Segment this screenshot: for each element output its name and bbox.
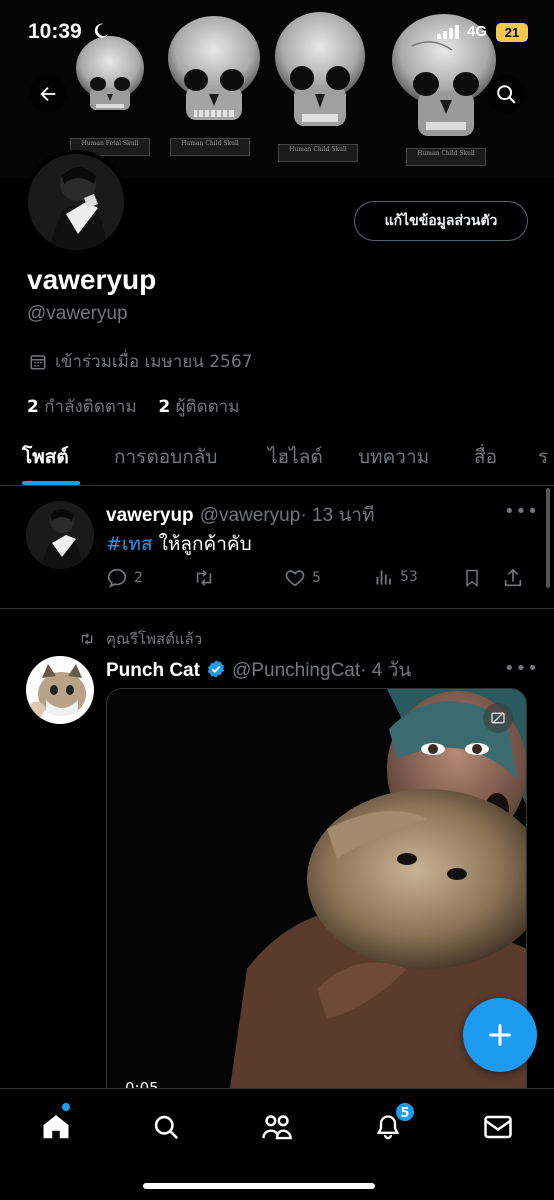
cellular-signal-icon: [437, 25, 459, 39]
post[interactable]: vaweryup @vaweryup· 13 นาที ••• #เทส ให้…: [0, 487, 554, 609]
profile-avatar[interactable]: [24, 150, 128, 254]
share-icon: [504, 568, 522, 587]
arrow-left-icon: [40, 86, 56, 102]
banner-plate: Human Child Skull: [278, 144, 358, 162]
like-button[interactable]: 5: [284, 567, 321, 589]
avatar-image: [26, 501, 94, 569]
tab-posts[interactable]: โพสต์: [22, 442, 69, 472]
profile-tabs: โพสต์ การตอบกลับ ไฮไลต์ บทความ สื่อ ร: [0, 430, 554, 486]
search-icon: [154, 1115, 178, 1139]
tab-media[interactable]: สื่อ: [474, 442, 497, 472]
banner-plate: Human Child Skull: [406, 148, 486, 166]
repost-icon: [81, 633, 93, 645]
post-author-handle[interactable]: @vaweryup: [200, 505, 301, 526]
reply-button[interactable]: 2: [106, 567, 143, 589]
follow-stats: 2 กำลังติดตาม 2 ผู้ติดตาม: [27, 393, 239, 420]
tab-highlights[interactable]: ไฮไลต์: [268, 442, 323, 472]
like-count: 5: [312, 570, 321, 586]
battery-icon: 21: [496, 23, 528, 42]
following-count: 2: [27, 397, 39, 417]
post-body: ให้ลูกค้าคับ: [152, 533, 252, 555]
more-options-icon[interactable]: •••: [504, 658, 539, 679]
search-button[interactable]: [487, 75, 525, 113]
following-link[interactable]: 2 กำลังติดตาม: [27, 397, 137, 417]
followers-link[interactable]: 2 ผู้ติดตาม: [158, 397, 239, 417]
reply-icon: [107, 568, 127, 588]
moon-icon: [94, 23, 108, 38]
post-time: · 4 วัน: [360, 660, 412, 681]
heart-icon: [285, 570, 305, 587]
repost-label: คุณรีโพสต์แล้ว: [78, 627, 202, 651]
status-bar: 10:39 4G 21: [0, 0, 554, 64]
mail-icon: [484, 1115, 512, 1139]
edit-profile-button[interactable]: แก้ไขข้อมูลส่วนตัว: [354, 201, 528, 241]
post-header: Punch Cat @PunchingCat· 4 วัน: [106, 655, 411, 685]
nav-communities[interactable]: [257, 1107, 297, 1147]
home-icon: [43, 1115, 69, 1139]
tab-likes[interactable]: ร: [538, 442, 548, 472]
tab-replies[interactable]: การตอบกลับ: [114, 442, 217, 472]
share-button[interactable]: [502, 567, 524, 589]
bookmark-button[interactable]: [462, 567, 482, 589]
post-text: #เทส ให้ลูกค้าคับ: [106, 529, 252, 559]
post-author-name[interactable]: vaweryup: [106, 505, 194, 526]
bookmark-icon: [466, 569, 478, 587]
notifications-badge: 5: [394, 1101, 416, 1123]
repost-icon: [196, 570, 212, 586]
tab-articles[interactable]: บทความ: [358, 442, 429, 472]
views-icon: [376, 570, 391, 585]
communities-icon: [262, 1115, 292, 1140]
repost-button[interactable]: [192, 567, 216, 589]
caption-off-icon: [491, 712, 505, 724]
nav-search[interactable]: [146, 1107, 186, 1147]
calendar-icon: [30, 354, 46, 369]
followers-label: ผู้ติดตาม: [175, 397, 240, 417]
followers-count: 2: [158, 397, 171, 417]
hashtag-link[interactable]: #เทส: [106, 533, 153, 555]
avatar-image: [28, 154, 124, 250]
repost-label-text: คุณรีโพสต์แล้ว: [106, 630, 203, 648]
active-tab-indicator: [22, 481, 80, 485]
joined-date-text: เข้าร่วมเมื่อ เมษายน 2567: [55, 352, 253, 372]
profile-handle: @vaweryup: [27, 303, 128, 324]
post-author-handle[interactable]: @PunchingCat: [232, 660, 360, 681]
post-actions: 2 5 53: [106, 567, 526, 591]
post-avatar[interactable]: [26, 501, 94, 569]
video-caption-button[interactable]: [483, 703, 513, 733]
more-options-icon[interactable]: •••: [504, 501, 539, 522]
post-author-name[interactable]: Punch Cat: [106, 660, 200, 681]
following-label: กำลังติดตาม: [44, 397, 137, 417]
home-indicator: [143, 1183, 375, 1189]
post-header: vaweryup @vaweryup· 13 นาที: [106, 500, 375, 530]
compose-button[interactable]: [463, 998, 537, 1072]
scrollbar[interactable]: [546, 488, 550, 588]
post-time: · 13 นาที: [300, 505, 375, 526]
search-icon: [497, 85, 516, 104]
views-button[interactable]: 53: [374, 567, 418, 587]
home-new-dot: [62, 1103, 70, 1111]
reply-count: 2: [134, 570, 143, 586]
views-count: 53: [400, 569, 418, 585]
status-time: 10:39: [28, 20, 82, 43]
profile-name: vaweryup: [27, 264, 157, 295]
back-button[interactable]: [29, 75, 67, 113]
post-avatar[interactable]: [26, 656, 94, 724]
nav-messages[interactable]: [478, 1107, 518, 1147]
cat-avatar-image: [26, 656, 94, 724]
nav-home[interactable]: [36, 1107, 76, 1147]
joined-date: เข้าร่วมเมื่อ เมษายน 2567: [29, 348, 253, 375]
plus-icon: [489, 1024, 511, 1046]
verified-badge-icon: [207, 660, 225, 678]
banner-plate: Human Child Skull: [170, 138, 250, 156]
network-type: 4G: [467, 23, 488, 40]
